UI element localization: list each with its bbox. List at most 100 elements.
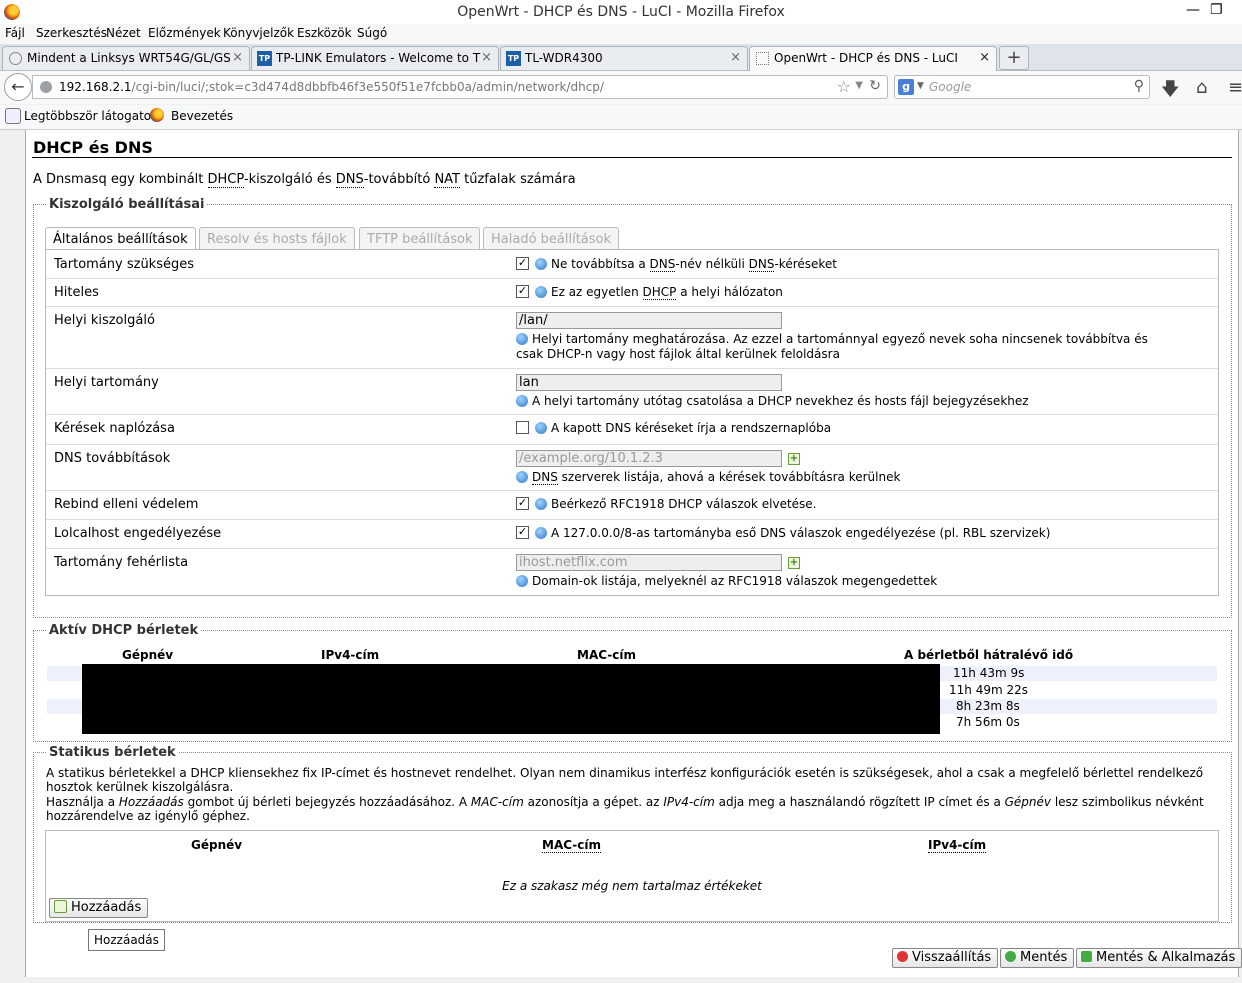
static-leases-usage: Használja a Hozzáadás gombot új bérleti …: [46, 795, 1204, 823]
local-domain-input[interactable]: lan: [516, 374, 782, 391]
restore-icon[interactable]: ❐: [1210, 2, 1223, 18]
log-queries-checkbox[interactable]: [516, 421, 529, 434]
chevron-down-icon[interactable]: ▼: [917, 81, 924, 91]
window-title: OpenWrt - DHCP és DNS - LuCI - Mozilla F…: [457, 4, 785, 20]
tab-label: OpenWrt - DHCP és DNS - LuCI: [774, 51, 958, 65]
tab-label: Mindent a Linksys WRT54G/GL/GS ro...: [27, 51, 232, 65]
static-leases-legend: Statikus bérletek: [46, 745, 179, 760]
add-entry-icon[interactable]: +: [788, 557, 800, 569]
apply-icon: [1081, 951, 1092, 962]
field-description: A kapott DNS kéréseket írja a rendszerna…: [551, 421, 832, 435]
close-tab-icon[interactable]: ×: [232, 50, 243, 65]
authoritative-checkbox[interactable]: ✓: [516, 285, 529, 298]
tab-advanced-settings[interactable]: Haladó beállítások: [483, 227, 620, 251]
row-local-server: Helyi kiszolgáló /lan/ Helyi tartomány m…: [46, 306, 1218, 369]
column-remaining-time: A bérletből hátralévő idő: [904, 648, 1074, 662]
reset-button[interactable]: Visszaállítás: [892, 948, 999, 968]
field-description: Ez az egyetlen DHCP a helyi hálózaton: [551, 285, 783, 300]
google-icon[interactable]: g: [898, 79, 914, 95]
lease-remaining: 11h 49m 22s: [949, 683, 1028, 697]
tab-tftp-settings[interactable]: TFTP beállítások: [359, 227, 481, 251]
search-input[interactable]: Google: [929, 80, 971, 94]
allow-localhost-checkbox[interactable]: ✓: [516, 526, 529, 539]
url-text[interactable]: 192.168.2.1/cgi-bin/luci/;stok=c3d474d8d…: [59, 80, 604, 94]
general-settings-panel: Tartomány szükséges ✓ Ne továbbítsa a DNS…: [45, 249, 1219, 596]
close-tab-icon[interactable]: ×: [481, 50, 492, 65]
lease-remaining: 8h 23m 8s: [956, 699, 1020, 713]
save-apply-button[interactable]: Mentés & Alkalmazás: [1076, 948, 1242, 968]
field-description: Domain-ok listája, melyeknél az RFC1918 …: [516, 574, 1166, 589]
tab-tl-wdr4300[interactable]: TP TL-WDR4300 ×: [500, 46, 748, 70]
field-label: Helyi tartomány: [54, 375, 159, 390]
reload-icon[interactable]: ↻: [869, 78, 881, 94]
download-icon[interactable]: 🡇: [1161, 77, 1180, 107]
field-description: A helyi tartomány utótag csatolása a DHC…: [516, 394, 1166, 409]
menu-edit[interactable]: Szerkesztés: [36, 26, 107, 40]
new-tab-button[interactable]: +: [999, 46, 1029, 70]
tab-resolv-hosts[interactable]: Resolv és hosts fájlok: [199, 227, 355, 251]
page-content: DHCP és DNS A Dnsmasq egy kombinált DHCP…: [25, 130, 1242, 977]
field-label: Tartomány szükséges: [54, 257, 195, 272]
row-log-queries: Kérések naplózása A kapott DNS kéréseket…: [46, 414, 1218, 445]
add-static-lease-button[interactable]: Hozzáadás: [49, 898, 149, 918]
tab-label: TL-WDR4300: [525, 51, 603, 65]
column-hostname: Gépnév: [191, 838, 243, 852]
menu-icon[interactable]: ≡: [1228, 77, 1242, 98]
window-titlebar: OpenWrt - DHCP és DNS - LuCI - Mozilla F…: [0, 0, 1242, 25]
field-description: Ne továbbítsa a DNS-név nélküli DNS-kéré…: [551, 257, 837, 272]
page-description: A Dnsmasq egy kombinált DHCP-kiszolgáló …: [33, 172, 576, 188]
tplink-logo-icon: TP: [506, 51, 521, 66]
menu-help[interactable]: Súgó: [357, 26, 387, 40]
blank-page-icon: [756, 52, 769, 65]
domain-required-checkbox[interactable]: ✓: [516, 257, 529, 270]
menu-tools[interactable]: Eszközök: [297, 26, 352, 40]
help-icon: [535, 285, 547, 298]
menu-history[interactable]: Előzmények: [148, 26, 221, 40]
minimize-icon[interactable]: —: [1186, 2, 1200, 18]
redacted-block: [82, 664, 940, 734]
column-ipv4: IPv4-cím: [928, 838, 987, 853]
title-divider: [32, 157, 1232, 158]
bookmark-most-visited[interactable]: Legtöbbször látogatott: [24, 109, 161, 123]
row-dns-forwardings: DNS továbbítások /example.org/10.1.2.3 +…: [46, 444, 1218, 491]
tab-label: TP-LINK Emulators - Welcome to TP-...: [276, 51, 481, 65]
tplink-logo-icon: TP: [257, 51, 272, 66]
field-label: Tartomány fehérlista: [54, 555, 189, 570]
page-title: DHCP és DNS: [33, 138, 153, 157]
dns-forwardings-input[interactable]: /example.org/10.1.2.3: [516, 450, 782, 467]
search-icon[interactable]: ⚲: [1134, 78, 1144, 94]
help-icon: [516, 332, 528, 345]
tab-linksys[interactable]: Mindent a Linksys WRT54G/GL/GS ro... ×: [2, 46, 250, 70]
menu-view[interactable]: Nézet: [106, 26, 141, 40]
field-description: DNS szerverek listája, ahová a kérések t…: [516, 470, 1166, 485]
bookmark-getting-started[interactable]: Bevezetés: [171, 109, 233, 123]
add-entry-icon[interactable]: +: [788, 453, 800, 465]
save-button[interactable]: Mentés: [1000, 948, 1075, 968]
add-button-tooltip: Hozzáadás: [88, 929, 165, 951]
menu-bookmarks[interactable]: Könyvjelzők: [223, 26, 294, 40]
field-label: Hiteles: [54, 285, 99, 300]
tab-openwrt-dhcp[interactable]: OpenWrt - DHCP és DNS - LuCI ×: [749, 46, 997, 71]
help-icon: [535, 257, 547, 270]
menu-bar: Fájl Szerkesztés Nézet Előzmények Könyvj…: [0, 24, 1242, 44]
tab-tplink-emulators[interactable]: TP TP-LINK Emulators - Welcome to TP-...…: [251, 46, 499, 70]
column-mac: MAC-cím: [542, 838, 602, 853]
local-server-input[interactable]: /lan/: [516, 312, 782, 329]
search-bar[interactable]: g ▼ Google ⚲: [894, 75, 1150, 99]
close-tab-icon[interactable]: ×: [979, 50, 990, 65]
home-icon[interactable]: ⌂: [1196, 77, 1207, 98]
server-settings-legend: Kiszolgáló beállításai: [46, 197, 208, 212]
row-local-domain: Helyi tartomány lan A helyi tartomány ut…: [46, 368, 1218, 415]
menu-file[interactable]: Fájl: [5, 26, 25, 40]
close-tab-icon[interactable]: ×: [730, 50, 741, 65]
bookmark-star-icon[interactable]: ☆: [837, 77, 851, 96]
back-button[interactable]: ←: [4, 73, 32, 101]
domain-whitelist-input[interactable]: ihost.netflix.com: [516, 554, 782, 571]
field-label: Kérések naplózása: [54, 421, 175, 436]
rebind-protection-checkbox[interactable]: ✓: [516, 497, 529, 510]
reset-icon: [897, 951, 908, 962]
chevron-down-icon[interactable]: ▼: [855, 80, 863, 91]
row-domain-whitelist: Tartomány fehérlista ihost.netflix.com +…: [46, 548, 1218, 595]
url-bar[interactable]: 192.168.2.1/cgi-bin/luci/;stok=c3d474d8d…: [32, 75, 888, 99]
globe-icon: [40, 81, 52, 93]
